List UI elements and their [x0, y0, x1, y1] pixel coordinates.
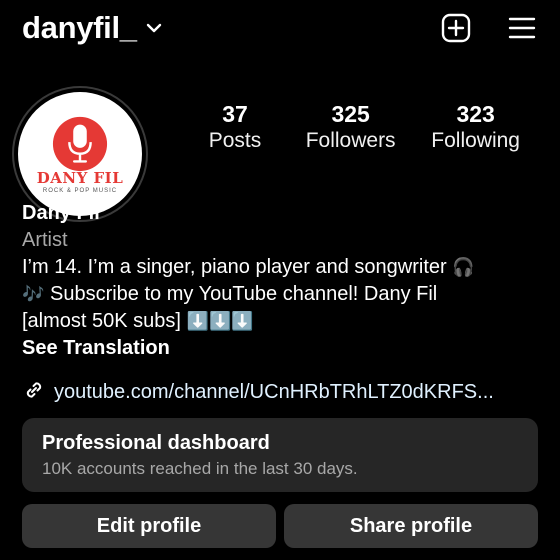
stat-followers[interactable]: 325 Followers: [306, 100, 396, 154]
dashboard-title: Professional dashboard: [42, 432, 270, 454]
followers-label: Followers: [305, 129, 396, 152]
display-name: Dany Fil: [22, 202, 100, 224]
followers-count: 325: [331, 101, 370, 127]
posts-label: Posts: [208, 129, 262, 152]
link-icon: [22, 378, 46, 407]
plus-square-icon[interactable]: [440, 12, 472, 44]
see-translation-link[interactable]: See Translation: [22, 335, 538, 362]
share-profile-button[interactable]: Share profile: [284, 504, 538, 548]
profile-link[interactable]: youtube.com/channel/UCnHRbTRhLTZ0dKRFS..…: [22, 378, 538, 407]
edit-profile-button[interactable]: Edit profile: [22, 504, 276, 548]
bio-line-2: 🎶 Subscribe to my YouTube channel! Dany …: [22, 281, 538, 308]
profile-header: danyfil_: [22, 8, 538, 48]
music-notes-emoji: 🎶: [22, 284, 45, 305]
profile-bio: Dany Fil Artist I’m 14. I’m a singer, pi…: [22, 200, 538, 362]
microphone-icon: [52, 116, 108, 171]
bio-text-3: [almost 50K subs]: [22, 310, 187, 332]
avatar-tagline: ROCK & POP MUSIC: [42, 187, 118, 194]
bio-text-1: I’m 14. I’m a singer, piano player and s…: [22, 256, 447, 278]
stat-posts[interactable]: 37 Posts: [200, 100, 270, 154]
profile-stats: 37 Posts 325 Followers 323 Following: [200, 100, 520, 154]
hamburger-menu-icon[interactable]: [506, 12, 538, 44]
username[interactable]: danyfil_: [22, 10, 137, 46]
headphones-emoji: 🎧: [452, 257, 475, 278]
stat-following[interactable]: 323 Following: [431, 100, 520, 154]
account-switcher[interactable]: danyfil_: [22, 10, 163, 46]
down-arrow-emojis: ⬇️⬇️⬇️: [186, 311, 254, 332]
posts-count: 37: [222, 101, 248, 127]
bio-line-1: I’m 14. I’m a singer, piano player and s…: [22, 254, 538, 281]
profile-actions: Edit profile Share profile: [22, 504, 538, 548]
profile-category: Artist: [22, 229, 68, 251]
dashboard-subtitle: 10K accounts reached in the last 30 days…: [42, 459, 358, 478]
chevron-down-icon[interactable]: [145, 19, 163, 37]
header-actions: [440, 12, 538, 44]
avatar-brand: DANY FIL: [36, 168, 124, 187]
avatar[interactable]: DANY FIL ROCK & POP MUSIC: [18, 92, 142, 216]
following-count: 323: [456, 101, 495, 127]
bio-line-3: [almost 50K subs] ⬇️⬇️⬇️: [22, 308, 538, 335]
professional-dashboard[interactable]: Professional dashboard 10K accounts reac…: [22, 418, 538, 492]
link-url[interactable]: youtube.com/channel/UCnHRbTRhLTZ0dKRFS..…: [54, 381, 494, 404]
following-label: Following: [431, 129, 520, 152]
bio-text-2: Subscribe to my YouTube channel! Dany Fi…: [44, 283, 438, 305]
